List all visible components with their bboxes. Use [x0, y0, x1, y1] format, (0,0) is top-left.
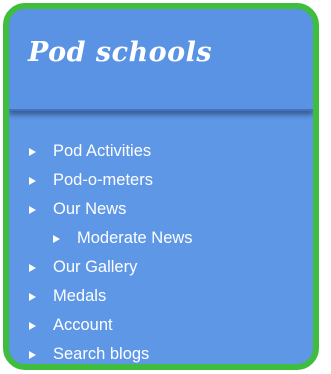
nav-item-label[interactable]: Our Gallery	[53, 258, 137, 277]
arrow-right-icon	[29, 205, 36, 214]
nav-item-label[interactable]: Search blogs	[53, 345, 149, 364]
nav-menu: Pod Activities Pod-o-meters Our News Mod…	[9, 137, 313, 364]
panel-title: Pod schools	[28, 37, 213, 68]
arrow-right-icon	[29, 350, 36, 359]
arrow-right-icon	[29, 147, 36, 156]
nav-item-label[interactable]: Moderate News	[77, 229, 193, 248]
nav-item-label[interactable]: Our News	[53, 200, 126, 219]
nav-item-label[interactable]: Account	[53, 316, 113, 335]
nav-subitem-moderate-news[interactable]: Moderate News	[9, 224, 313, 253]
arrow-right-icon	[29, 321, 36, 330]
panel-header: Pod schools	[9, 9, 313, 111]
nav-item-label[interactable]: Pod Activities	[53, 142, 151, 161]
pod-schools-panel: Pod schools Pod Activities Pod-o-meters …	[3, 3, 319, 370]
arrow-right-icon	[29, 176, 36, 185]
nav-item-label[interactable]: Medals	[53, 287, 106, 306]
nav-item-search-blogs[interactable]: Search blogs	[9, 340, 313, 364]
nav-item-account[interactable]: Account	[9, 311, 313, 340]
arrow-right-icon	[53, 234, 60, 243]
arrow-right-icon	[29, 263, 36, 272]
arrow-right-icon	[29, 292, 36, 301]
nav-item-pod-o-meters[interactable]: Pod-o-meters	[9, 166, 313, 195]
nav-item-pod-activities[interactable]: Pod Activities	[9, 137, 313, 166]
nav-item-medals[interactable]: Medals	[9, 282, 313, 311]
nav-item-our-news[interactable]: Our News	[9, 195, 313, 224]
nav-item-label[interactable]: Pod-o-meters	[53, 171, 153, 190]
nav-item-our-gallery[interactable]: Our Gallery	[9, 253, 313, 282]
